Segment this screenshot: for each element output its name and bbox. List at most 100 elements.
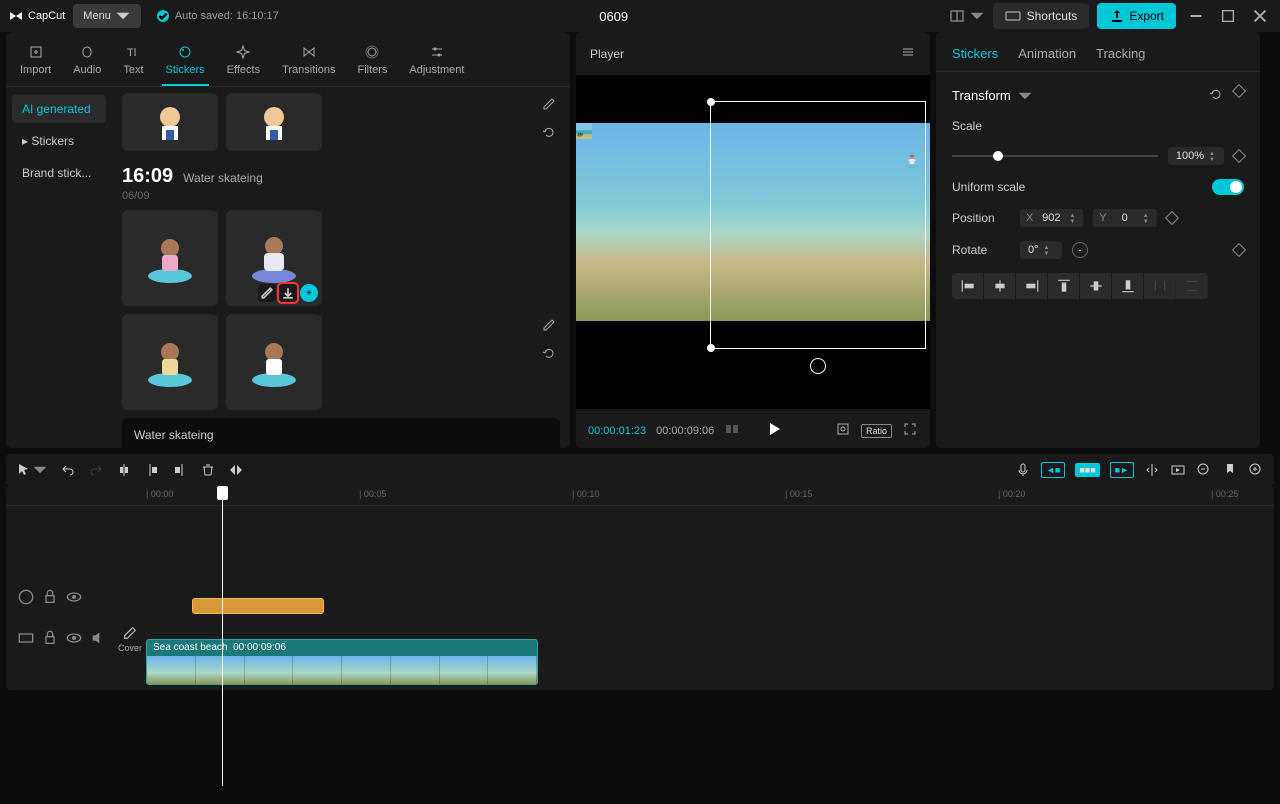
ratio-button[interactable]: Ratio — [861, 424, 892, 438]
rotate-value[interactable]: 0°▲▼ — [1020, 241, 1062, 259]
reset-button[interactable] — [1208, 86, 1224, 105]
playhead[interactable] — [222, 486, 223, 786]
shortcuts-button[interactable]: Shortcuts — [993, 3, 1090, 29]
redo-button[interactable] — [88, 462, 104, 478]
layout-button[interactable] — [949, 8, 985, 24]
play-button[interactable] — [766, 421, 782, 440]
prompt-input[interactable] — [122, 418, 560, 448]
fullscreen-button[interactable] — [902, 421, 918, 440]
sticker-clip[interactable] — [192, 598, 324, 614]
autosave-status: Auto saved: 16:10:17 — [157, 10, 279, 22]
align-left-button[interactable] — [952, 273, 984, 299]
sticker-thumb[interactable] — [122, 93, 218, 151]
thumb-edit-button[interactable] — [258, 284, 276, 302]
tab-adjustment[interactable]: Adjustment — [405, 38, 468, 86]
align-right-button[interactable] — [1016, 273, 1048, 299]
position-y-input[interactable]: Y0▲▼ — [1093, 209, 1156, 227]
thumb-add-button[interactable]: + — [300, 284, 318, 302]
keyframe-button[interactable] — [1232, 243, 1246, 257]
player-panel: Player — [576, 32, 930, 448]
sticker-thumb[interactable] — [122, 314, 218, 410]
delete-button[interactable] — [200, 462, 216, 478]
video-clip[interactable]: Sea coast beach 00:00:09:06 — [146, 639, 538, 685]
timeline-toolbar: ◄■ ■■■ ■► — [6, 454, 1274, 486]
refresh-set-button[interactable] — [538, 342, 560, 364]
distribute-v-button[interactable] — [1176, 273, 1208, 299]
props-tab-stickers[interactable]: Stickers — [952, 46, 998, 61]
split-left-button[interactable] — [144, 462, 160, 478]
align-vcenter-button[interactable] — [1080, 273, 1112, 299]
mirror-button[interactable] — [228, 462, 244, 478]
tab-import[interactable]: Import — [16, 38, 55, 86]
timeline-ruler[interactable]: | 00:00| 00:05| 00:10| 00:15| 00:20| 00:… — [6, 486, 1274, 506]
uniform-scale-toggle[interactable] — [1212, 179, 1244, 195]
player-canvas[interactable] — [576, 75, 930, 409]
player-menu-button[interactable] — [900, 44, 916, 63]
menu-button[interactable]: Menu — [73, 4, 141, 28]
selection-tool[interactable] — [16, 462, 48, 478]
sticker-thumb[interactable] — [226, 314, 322, 410]
snap-left-button[interactable]: ◄■ — [1041, 462, 1065, 478]
align-top-button[interactable] — [1048, 273, 1080, 299]
tab-filters[interactable]: Filters — [353, 38, 391, 86]
resize-handle[interactable] — [707, 98, 715, 106]
marker-button[interactable] — [1222, 462, 1238, 478]
auto-cut-button[interactable] — [1144, 462, 1160, 478]
keyframe-button[interactable] — [1232, 149, 1246, 163]
tab-text[interactable]: TText — [119, 38, 147, 86]
lock-icon[interactable] — [42, 630, 58, 649]
undo-button[interactable] — [60, 462, 76, 478]
cover-button[interactable]: Cover — [114, 625, 146, 653]
maximize-button[interactable] — [1216, 4, 1240, 28]
rotate-handle[interactable] — [810, 358, 826, 374]
lock-icon[interactable] — [42, 589, 58, 608]
keyframe-button[interactable] — [1232, 84, 1246, 98]
split-button[interactable] — [116, 462, 132, 478]
ruler-mark: | 00:10 — [572, 489, 599, 499]
tab-effects[interactable]: Effects — [223, 38, 264, 86]
align-hcenter-button[interactable] — [984, 273, 1016, 299]
selection-box[interactable] — [710, 101, 926, 349]
snap-right-button[interactable]: ■► — [1110, 462, 1134, 478]
sticker-thumb[interactable] — [122, 210, 218, 306]
visibility-icon[interactable] — [66, 630, 82, 649]
tab-stickers[interactable]: Stickers — [162, 38, 209, 86]
props-tab-tracking[interactable]: Tracking — [1096, 46, 1145, 61]
export-icon — [1109, 8, 1125, 24]
quality-button[interactable] — [835, 421, 851, 440]
visibility-icon[interactable] — [66, 589, 82, 608]
mute-icon[interactable] — [90, 630, 106, 649]
refresh-set-button[interactable] — [538, 121, 560, 143]
snap-center-button[interactable]: ■■■ — [1075, 463, 1099, 477]
sticker-thumb[interactable] — [226, 93, 322, 151]
align-bottom-button[interactable] — [1112, 273, 1144, 299]
sidebar-item-2[interactable]: Brand stick... — [12, 159, 106, 187]
split-right-button[interactable] — [172, 462, 188, 478]
edit-set-button[interactable] — [538, 314, 560, 336]
scale-value[interactable]: 100%▲▼ — [1168, 147, 1224, 165]
mic-button[interactable] — [1015, 462, 1031, 478]
preview-button[interactable] — [1170, 462, 1186, 478]
thumb-download-button[interactable] — [279, 284, 297, 302]
tab-transitions[interactable]: Transitions — [278, 38, 339, 86]
sticker-thumb[interactable]: + — [226, 210, 322, 306]
props-tab-animation[interactable]: Animation — [1018, 46, 1076, 61]
tab-audio[interactable]: Audio — [69, 38, 105, 86]
keyframe-button[interactable] — [1165, 211, 1179, 225]
ruler-mark: | 00:15 — [785, 489, 812, 499]
sidebar-item-0[interactable]: AI generated — [12, 95, 106, 123]
edit-set-button[interactable] — [538, 93, 560, 115]
compare-button[interactable] — [724, 421, 740, 440]
resize-handle[interactable] — [707, 344, 715, 352]
player-title: Player — [590, 47, 624, 61]
rotate-dial[interactable]: - — [1072, 242, 1088, 258]
position-x-input[interactable]: X902▲▼ — [1020, 209, 1083, 227]
zoom-in-button[interactable] — [1248, 462, 1264, 478]
zoom-out-button[interactable] — [1196, 462, 1212, 478]
sidebar-item-1[interactable]: ▸ Stickers — [12, 127, 106, 155]
minimize-button[interactable] — [1184, 4, 1208, 28]
distribute-h-button[interactable] — [1144, 273, 1176, 299]
export-button[interactable]: Export — [1097, 3, 1176, 29]
scale-slider[interactable] — [952, 155, 1158, 157]
close-button[interactable] — [1248, 4, 1272, 28]
